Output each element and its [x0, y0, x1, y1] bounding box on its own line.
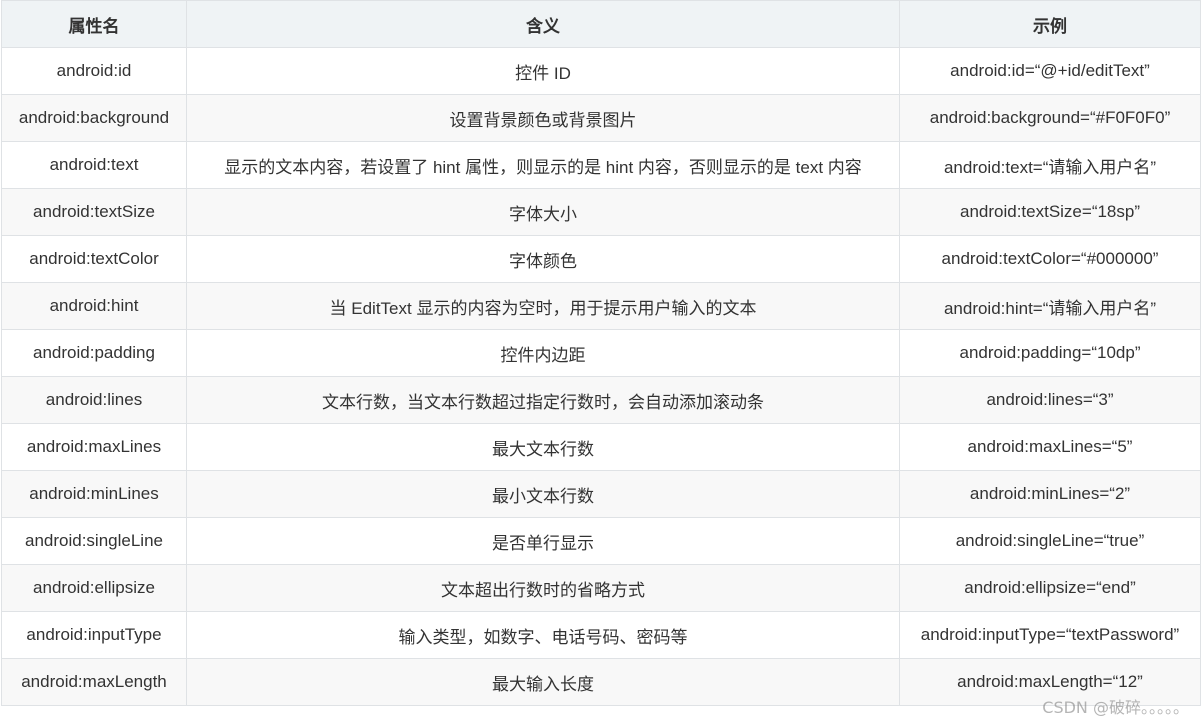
cell-example: android:hint=“请输入用户名”	[899, 282, 1201, 330]
cell-attribute: android:textSize	[1, 188, 187, 236]
cell-example: android:singleLine=“true”	[899, 517, 1201, 565]
cell-example: android:inputType=“textPassword”	[899, 611, 1201, 659]
cell-attribute: android:ellipsize	[1, 564, 187, 612]
table-row: android:padding 控件内边距 android:padding=“1…	[1, 329, 1201, 377]
table-row: android:text 显示的文本内容，若设置了 hint 属性，则显示的是 …	[1, 141, 1201, 189]
table-row: android:background 设置背景颜色或背景图片 android:b…	[1, 94, 1201, 142]
cell-attribute: android:minLines	[1, 470, 187, 518]
table-row: android:textSize 字体大小 android:textSize=“…	[1, 188, 1201, 236]
table-row: android:textColor 字体颜色 android:textColor…	[1, 235, 1201, 283]
cell-example: android:background=“#F0F0F0”	[899, 94, 1201, 142]
table-row: android:ellipsize 文本超出行数时的省略方式 android:e…	[1, 564, 1201, 612]
cell-attribute: android:lines	[1, 376, 187, 424]
cell-description: 文本超出行数时的省略方式	[186, 564, 900, 612]
cell-description: 字体颜色	[186, 235, 900, 283]
cell-example: android:padding=“10dp”	[899, 329, 1201, 377]
cell-description: 输入类型，如数字、电话号码、密码等	[186, 611, 900, 659]
cell-example: android:ellipsize=“end”	[899, 564, 1201, 612]
cell-attribute: android:inputType	[1, 611, 187, 659]
cell-example: android:maxLines=“5”	[899, 423, 1201, 471]
table-row: android:minLines 最小文本行数 android:minLines…	[1, 470, 1201, 518]
table-row: android:maxLength 最大输入长度 android:maxLeng…	[1, 658, 1201, 706]
table-row: android:inputType 输入类型，如数字、电话号码、密码等 andr…	[1, 611, 1201, 659]
cell-description: 最小文本行数	[186, 470, 900, 518]
header-example: 示例	[899, 0, 1201, 48]
cell-description: 最大输入长度	[186, 658, 900, 706]
cell-description: 文本行数，当文本行数超过指定行数时，会自动添加滚动条	[186, 376, 900, 424]
cell-example: android:maxLength=“12”	[899, 658, 1201, 706]
cell-attribute: android:maxLines	[1, 423, 187, 471]
cell-description: 显示的文本内容，若设置了 hint 属性，则显示的是 hint 内容，否则显示的…	[186, 141, 900, 189]
cell-description: 控件 ID	[186, 47, 900, 95]
attributes-table: 属性名 含义 示例 android:id 控件 ID android:id=“@…	[1, 0, 1201, 706]
table-row: android:singleLine 是否单行显示 android:single…	[1, 517, 1201, 565]
cell-example: android:textSize=“18sp”	[899, 188, 1201, 236]
cell-example: android:textColor=“#000000”	[899, 235, 1201, 283]
cell-attribute: android:hint	[1, 282, 187, 330]
table-row: android:hint 当 EditText 显示的内容为空时，用于提示用户输…	[1, 282, 1201, 330]
cell-attribute: android:padding	[1, 329, 187, 377]
table-row: android:lines 文本行数，当文本行数超过指定行数时，会自动添加滚动条…	[1, 376, 1201, 424]
cell-attribute: android:textColor	[1, 235, 187, 283]
cell-example: android:lines=“3”	[899, 376, 1201, 424]
header-meaning: 含义	[186, 0, 900, 48]
cell-attribute: android:singleLine	[1, 517, 187, 565]
cell-example: android:id=“@+id/editText”	[899, 47, 1201, 95]
header-attribute-name: 属性名	[1, 0, 187, 48]
table-row: android:id 控件 ID android:id=“@+id/editTe…	[1, 47, 1201, 95]
table-row: android:maxLines 最大文本行数 android:maxLines…	[1, 423, 1201, 471]
cell-attribute: android:maxLength	[1, 658, 187, 706]
table-header-row: 属性名 含义 示例	[1, 0, 1201, 48]
cell-attribute: android:background	[1, 94, 187, 142]
cell-attribute: android:text	[1, 141, 187, 189]
cell-description: 控件内边距	[186, 329, 900, 377]
cell-description: 当 EditText 显示的内容为空时，用于提示用户输入的文本	[186, 282, 900, 330]
cell-example: android:minLines=“2”	[899, 470, 1201, 518]
cell-description: 设置背景颜色或背景图片	[186, 94, 900, 142]
cell-example: android:text=“请输入用户名”	[899, 141, 1201, 189]
cell-attribute: android:id	[1, 47, 187, 95]
cell-description: 字体大小	[186, 188, 900, 236]
cell-description: 最大文本行数	[186, 423, 900, 471]
cell-description: 是否单行显示	[186, 517, 900, 565]
